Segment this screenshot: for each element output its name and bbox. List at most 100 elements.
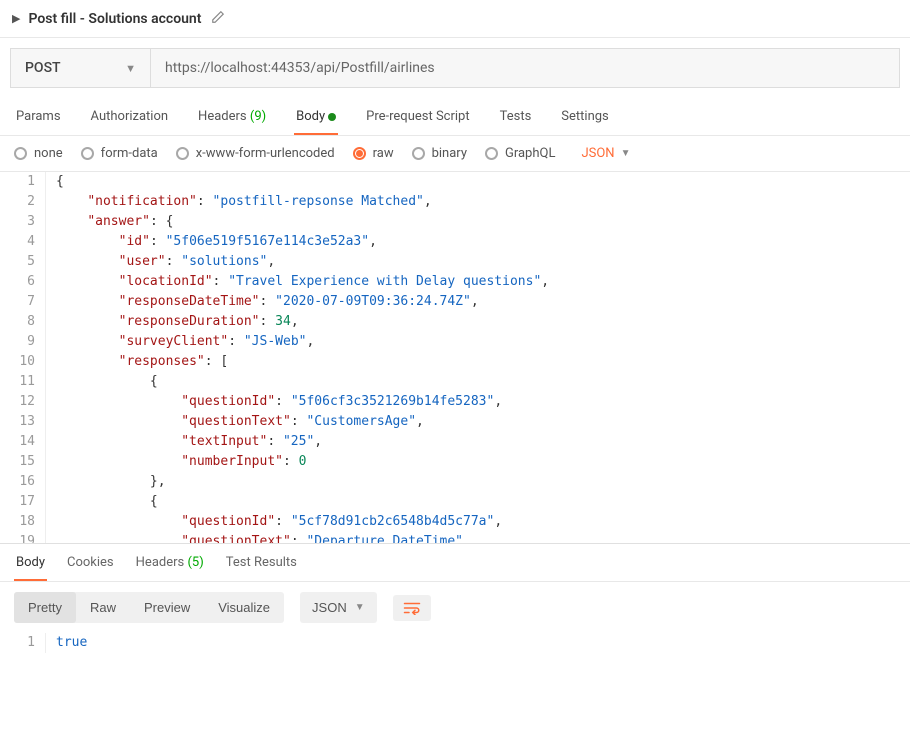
line-number: 15 [0, 452, 46, 472]
token-str: "JS-Web" [244, 334, 307, 349]
token-str: "solutions" [181, 254, 267, 269]
response-body-text: true [46, 633, 910, 653]
body-type-label: none [34, 146, 63, 161]
line-number: 3 [0, 212, 46, 232]
response-tab-cookies[interactable]: Cookies [65, 545, 116, 580]
line-number: 1 [0, 172, 46, 192]
token-punct: , [369, 234, 377, 249]
response-body[interactable]: 1 true [0, 633, 910, 669]
line-number: 10 [0, 352, 46, 372]
editor-line[interactable]: 3 "answer": { [0, 212, 910, 232]
editor-line[interactable]: 6 "locationId": "Travel Experience with … [0, 272, 910, 292]
code-content: { [46, 172, 910, 192]
response-tab-body[interactable]: Body [14, 545, 47, 580]
tab-body[interactable]: Body [294, 99, 338, 134]
token-punct: : [197, 194, 213, 209]
tab-settings[interactable]: Settings [559, 99, 610, 134]
editor-line[interactable]: 16 }, [0, 472, 910, 492]
token-str: "Departure DateTime" [306, 534, 463, 544]
editor-line[interactable]: 14 "textInput": "25", [0, 432, 910, 452]
collapse-caret-icon[interactable]: ▶ [12, 12, 20, 25]
code-content: "notification": "postfill-repsonse Match… [46, 192, 910, 212]
tab-params[interactable]: Params [14, 99, 63, 134]
editor-line[interactable]: 8 "responseDuration": 34, [0, 312, 910, 332]
request-body-editor[interactable]: 1{2 "notification": "postfill-repsonse M… [0, 172, 910, 544]
response-tab-test-results[interactable]: Test Results [224, 545, 299, 580]
token-str: "CustomersAge" [306, 414, 416, 429]
response-tab-headers[interactable]: Headers (5) [134, 545, 206, 580]
line-number: 14 [0, 432, 46, 452]
radio-icon [14, 147, 27, 160]
token-num: 34 [275, 314, 291, 329]
editor-line[interactable]: 1{ [0, 172, 910, 192]
tab-tests[interactable]: Tests [498, 99, 534, 134]
editor-line[interactable]: 11 { [0, 372, 910, 392]
token-punct: : [283, 454, 299, 469]
chevron-down-icon: ▼ [355, 602, 365, 613]
editor-line[interactable]: 18 "questionId": "5cf78d91cb2c6548b4d5c7… [0, 512, 910, 532]
response-type-select[interactable]: JSON ▼ [300, 592, 377, 623]
code-content: "responseDuration": 34, [46, 312, 910, 332]
code-content: "locationId": "Travel Experience with De… [46, 272, 910, 292]
body-type-GraphQL[interactable]: GraphQL [485, 146, 555, 161]
editor-line[interactable]: 2 "notification": "postfill-repsonse Mat… [0, 192, 910, 212]
raw-type-label: JSON [581, 146, 614, 161]
token-punct: : [166, 254, 182, 269]
tab-headers[interactable]: Headers (9) [196, 99, 268, 134]
radio-icon [176, 147, 189, 160]
token-key: "responseDateTime" [119, 294, 260, 309]
token-punct: { [150, 494, 158, 509]
editor-line[interactable]: 9 "surveyClient": "JS-Web", [0, 332, 910, 352]
wrap-lines-button[interactable] [393, 595, 431, 621]
code-content: { [46, 372, 910, 392]
body-type-raw[interactable]: raw [353, 146, 394, 161]
token-punct: , [424, 194, 432, 209]
request-tabs: Params Authorization Headers (9) Body Pre-re… [0, 98, 910, 136]
token-str: "5f06e519f5167e114c3e52a3" [166, 234, 370, 249]
raw-type-select[interactable]: JSON▼ [581, 146, 630, 161]
line-number: 6 [0, 272, 46, 292]
editor-line[interactable]: 4 "id": "5f06e519f5167e114c3e52a3", [0, 232, 910, 252]
body-type-label: GraphQL [505, 146, 555, 161]
line-number: 11 [0, 372, 46, 392]
body-type-label: binary [432, 146, 467, 161]
line-number: 13 [0, 412, 46, 432]
editor-line[interactable]: 7 "responseDateTime": "2020-07-09T09:36:… [0, 292, 910, 312]
view-mode-raw[interactable]: Raw [76, 592, 130, 623]
token-punct: : [ [205, 354, 228, 369]
body-type-form-data[interactable]: form-data [81, 146, 158, 161]
view-mode-visualize[interactable]: Visualize [204, 592, 284, 623]
token-punct: , [267, 254, 275, 269]
request-title: Post fill - Solutions account [28, 11, 201, 27]
tab-authorization[interactable]: Authorization [89, 99, 171, 134]
editor-line[interactable]: 15 "numberInput": 0 [0, 452, 910, 472]
editor-line[interactable]: 5 "user": "solutions", [0, 252, 910, 272]
token-punct: : [260, 294, 276, 309]
line-number: 19 [0, 532, 46, 544]
tab-pre-request-script[interactable]: Pre-request Script [364, 99, 471, 134]
code-content: { [46, 492, 910, 512]
body-type-binary[interactable]: binary [412, 146, 467, 161]
edit-icon[interactable] [211, 10, 225, 28]
http-method-select[interactable]: POST ▼ [11, 49, 151, 87]
token-punct: : [213, 274, 229, 289]
url-input[interactable]: https://localhost:44353/api/Postfill/air… [151, 49, 899, 87]
editor-line[interactable]: 12 "questionId": "5f06cf3c3521269b14fe52… [0, 392, 910, 412]
token-punct: : [291, 534, 307, 544]
view-mode-pretty[interactable]: Pretty [14, 592, 76, 623]
editor-line[interactable]: 10 "responses": [ [0, 352, 910, 372]
editor-line[interactable]: 13 "questionText": "CustomersAge", [0, 412, 910, 432]
token-punct: , [541, 274, 549, 289]
editor-line[interactable]: 17 { [0, 492, 910, 512]
editor-line[interactable]: 19 "questionText": "Departure DateTime", [0, 532, 910, 544]
token-str: "2020-07-09T09:36:24.74Z" [275, 294, 471, 309]
body-type-x-www-form-urlencoded[interactable]: x-www-form-urlencoded [176, 146, 335, 161]
line-number: 12 [0, 392, 46, 412]
code-content: "numberInput": 0 [46, 452, 910, 472]
radio-icon [81, 147, 94, 160]
code-content: "questionId": "5f06cf3c3521269b14fe5283"… [46, 392, 910, 412]
line-number: 1 [0, 633, 46, 653]
body-type-none[interactable]: none [14, 146, 63, 161]
url-text: https://localhost:44353/api/Postfill/air… [165, 60, 435, 76]
view-mode-preview[interactable]: Preview [130, 592, 204, 623]
